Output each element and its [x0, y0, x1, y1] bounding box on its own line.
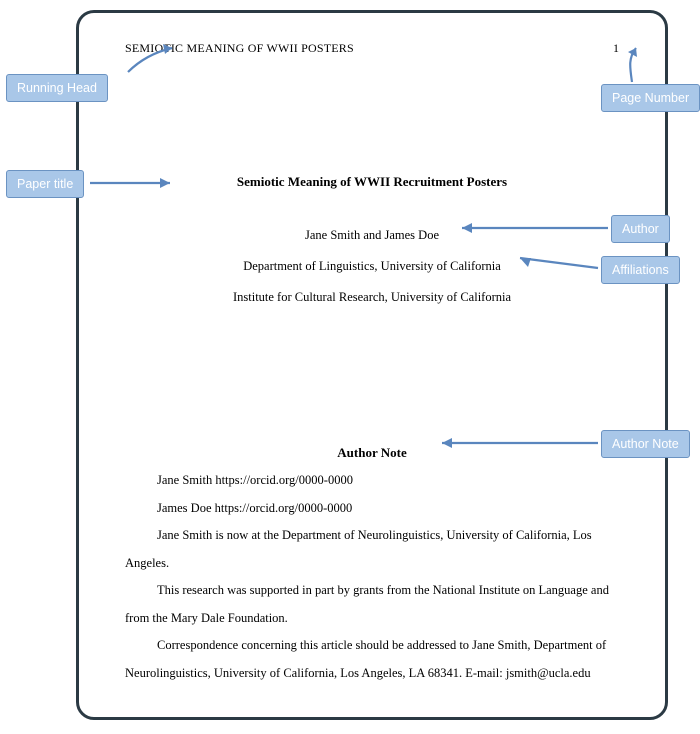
- callout-author: Author: [611, 215, 670, 243]
- affiliation-2: Institute for Cultural Research, Univers…: [125, 290, 619, 305]
- callout-page-number: Page Number: [601, 84, 700, 112]
- title-block: Semiotic Meaning of WWII Recruitment Pos…: [125, 174, 619, 305]
- page-header-row: SEMIOTIC MEANING OF WWII POSTERS 1: [125, 41, 619, 56]
- author-note-block: Author Note Jane Smith https://orcid.org…: [125, 445, 619, 687]
- paper-title: Semiotic Meaning of WWII Recruitment Pos…: [125, 174, 619, 190]
- callout-affiliations: Affiliations: [601, 256, 680, 284]
- note-para-2: This research was supported in part by g…: [125, 577, 619, 632]
- note-para-1: Jane Smith is now at the Department of N…: [125, 522, 619, 577]
- running-head: SEMIOTIC MEANING OF WWII POSTERS: [125, 41, 354, 56]
- note-orcid-2: James Doe https://orcid.org/0000-0000: [125, 495, 619, 523]
- callout-paper-title: Paper title: [6, 170, 84, 198]
- author-note-body: Jane Smith https://orcid.org/0000-0000 J…: [125, 467, 619, 687]
- author-note-heading: Author Note: [125, 445, 619, 461]
- authors-line: Jane Smith and James Doe: [125, 228, 619, 243]
- page-number: 1: [599, 41, 619, 56]
- affiliation-1: Department of Linguistics, University of…: [125, 259, 619, 274]
- callout-running-head: Running Head: [6, 74, 108, 102]
- page-frame: SEMIOTIC MEANING OF WWII POSTERS 1 Semio…: [76, 10, 668, 720]
- note-para-3: Correspondence concerning this article s…: [125, 632, 619, 687]
- note-orcid-1: Jane Smith https://orcid.org/0000-0000: [125, 467, 619, 495]
- callout-author-note: Author Note: [601, 430, 690, 458]
